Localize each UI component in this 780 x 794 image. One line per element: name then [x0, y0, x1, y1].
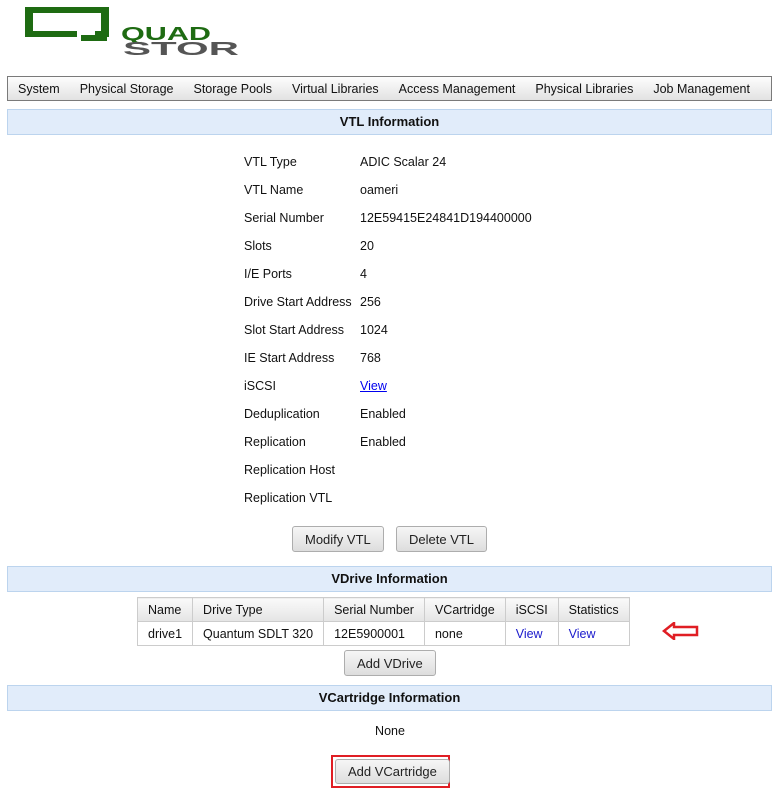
table-cell: 12E5900001 — [323, 621, 425, 646]
vtl-info-value: Enabled — [360, 435, 406, 449]
vtl-info-label: Drive Start Address — [244, 295, 352, 309]
vtl-info-label: Slot Start Address — [244, 323, 345, 337]
table-cell: View — [557, 621, 630, 646]
quadstor-logo: QUAD STOR — [25, 7, 239, 57]
add-vdrive-button[interactable]: Add VDrive — [344, 650, 436, 676]
nav-storage-pools[interactable]: Storage Pools — [184, 82, 283, 96]
vtl-info-row: Replication Host — [244, 456, 532, 484]
vtl-info-row: VTL Type ADIC Scalar 24 — [244, 148, 532, 176]
column-header: VCartridge — [423, 597, 506, 622]
vtl-info-label: I/E Ports — [244, 267, 292, 281]
vdrive-table: Name Drive Type Serial Number VCartridge iSC… — [136, 597, 630, 646]
vtl-info-value: 1024 — [360, 323, 388, 337]
column-header: Serial Number — [323, 597, 425, 622]
nav-job-management[interactable]: Job Management — [643, 82, 760, 96]
nav-system[interactable]: System — [8, 82, 70, 96]
column-header: Statistics — [557, 597, 630, 622]
vtl-info-row: IE Start Address 768 — [244, 344, 532, 372]
vtl-info-value: ADIC Scalar 24 — [360, 155, 447, 169]
nav-virtual-libraries[interactable]: Virtual Libraries — [282, 82, 389, 96]
vcartridge-info-header: VCartridge Information — [7, 685, 772, 711]
vtl-info-list: VTL Type ADIC Scalar 24 VTL Name oameri Seri… — [244, 148, 532, 512]
column-header: Name — [136, 597, 194, 622]
vtl-info-value: 256 — [360, 295, 381, 309]
vdrive-table-header: Name Drive Type Serial Number VCartridge iSC… — [136, 597, 630, 622]
vtl-info-row: Replication VTL — [244, 484, 532, 512]
iscsi-view-link[interactable]: View — [516, 627, 543, 641]
main-nav: System Physical Storage Storage Pools Vi… — [7, 76, 772, 101]
statistics-view-link[interactable]: View — [569, 627, 596, 641]
vtl-info-value: 4 — [360, 267, 367, 281]
vtl-info-row: I/E Ports 4 — [244, 260, 532, 288]
nav-physical-storage[interactable]: Physical Storage — [70, 82, 184, 96]
vtl-info-label: Deduplication — [244, 407, 320, 421]
vtl-info-label: iSCSI — [244, 379, 276, 393]
vtl-info-value: 768 — [360, 351, 381, 365]
vtl-info-label: Replication — [244, 435, 306, 449]
table-cell: drive1 — [136, 621, 194, 646]
svg-text:STOR: STOR — [123, 39, 239, 57]
vtl-info-row: Slot Start Address 1024 — [244, 316, 532, 344]
vtl-info-row: Drive Start Address 256 — [244, 288, 532, 316]
vtl-info-value: Enabled — [360, 407, 406, 421]
vtl-info-value: oameri — [360, 183, 399, 197]
vtl-info-label: Replication VTL — [244, 491, 333, 505]
iscsi-view-link[interactable]: View — [360, 379, 387, 393]
vtl-info-label: Serial Number — [244, 211, 324, 225]
vtl-info-row: Slots 20 — [244, 232, 532, 260]
vtl-info-label: Slots — [244, 239, 272, 253]
vtl-info-label: IE Start Address — [244, 351, 335, 365]
table-cell: Quantum SDLT 320 — [192, 621, 325, 646]
vtl-info-row: Serial Number 12E59415E24841D194400000 — [244, 204, 532, 232]
modify-vtl-button[interactable]: Modify VTL — [292, 526, 384, 552]
column-header: Drive Type — [192, 597, 325, 622]
table-cell: View — [504, 621, 559, 646]
add-vcartridge-button[interactable]: Add VCartridge — [335, 759, 450, 784]
annotation-arrow-icon — [662, 622, 699, 640]
vcartridge-empty-text: None — [375, 724, 405, 738]
column-header: iSCSI — [504, 597, 559, 622]
vtl-info-header: VTL Information — [7, 109, 772, 135]
vtl-info-row: iSCSI View — [244, 372, 532, 400]
vtl-info-label: VTL Name — [244, 183, 304, 197]
vdrive-info-header: VDrive Information — [7, 566, 772, 592]
vtl-info-label: VTL Type — [244, 155, 297, 169]
nav-access-management[interactable]: Access Management — [389, 82, 526, 96]
delete-vtl-button[interactable]: Delete VTL — [396, 526, 488, 552]
table-cell: none — [423, 621, 506, 646]
vtl-info-row: Replication Enabled — [244, 428, 532, 456]
vtl-info-value: View — [360, 379, 387, 393]
nav-physical-libraries[interactable]: Physical Libraries — [525, 82, 643, 96]
vtl-info-label: Replication Host — [244, 463, 336, 477]
vtl-info-row: VTL Name oameri — [244, 176, 532, 204]
vtl-info-value: 20 — [360, 239, 374, 253]
table-row: drive1 Quantum SDLT 320 12E5900001 none View… — [136, 621, 630, 646]
vtl-info-row: Deduplication Enabled — [244, 400, 532, 428]
vtl-info-value: 12E59415E24841D194400000 — [360, 211, 532, 225]
